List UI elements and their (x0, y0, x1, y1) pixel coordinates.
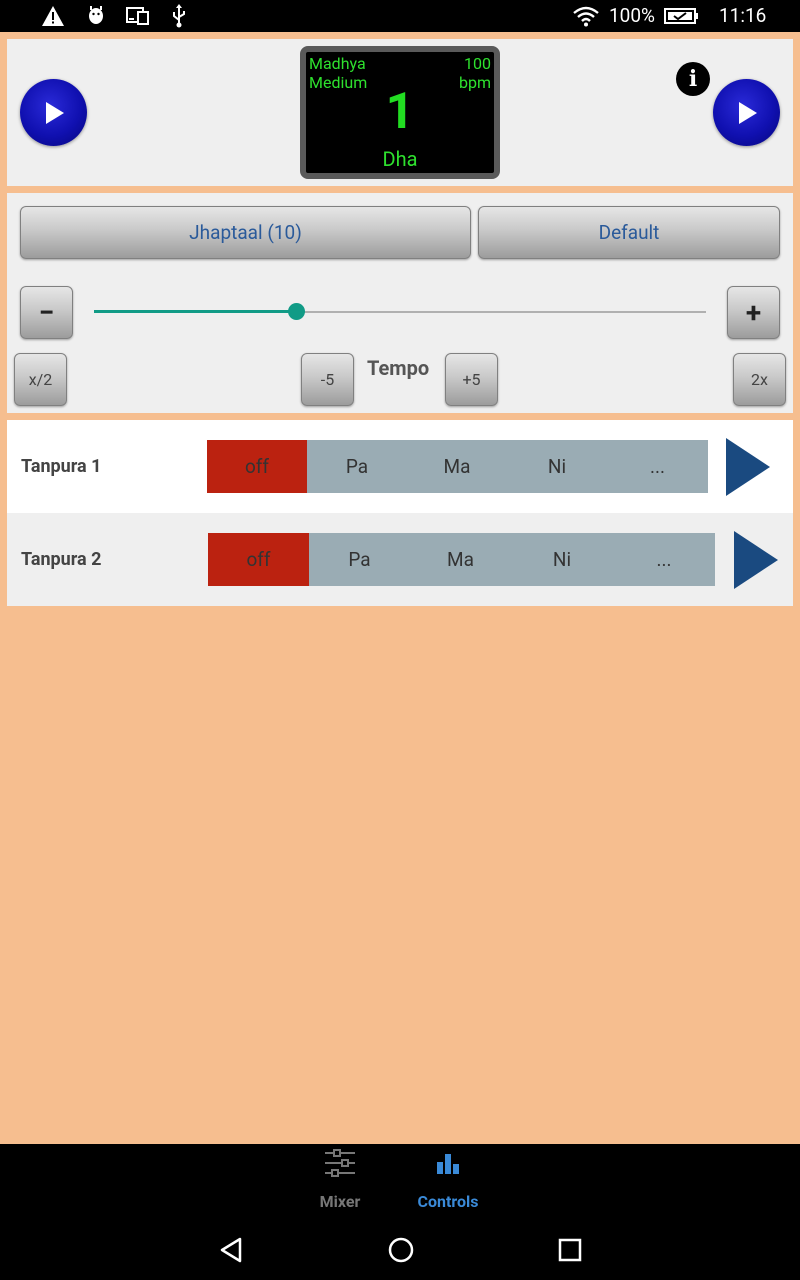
tab-mixer[interactable]: Mixer (285, 1144, 395, 1220)
plus-five-label: +5 (462, 370, 481, 389)
tanpura-option-ma[interactable]: Ma (407, 440, 507, 493)
wifi-icon (572, 4, 600, 28)
tanpura-row: Tanpura 1 off Pa Ma Ni ... (7, 420, 793, 513)
tempo-decrease-button[interactable]: − (20, 286, 73, 339)
tanpura-option-ni[interactable]: Ni (511, 533, 613, 586)
minus-five-label: -5 (320, 370, 335, 389)
plus-five-button[interactable]: +5 (445, 353, 498, 406)
tempo-label: Tempo (367, 356, 430, 380)
beat-number: 1 (385, 83, 415, 141)
tab-controls[interactable]: Controls (393, 1144, 503, 1220)
tempo-slider[interactable] (94, 303, 706, 320)
info-button[interactable]: i (676, 62, 710, 96)
minus-five-button[interactable]: -5 (301, 353, 354, 406)
player-panel: Madhya Medium 100 bpm 1 Dha i (7, 39, 793, 186)
tanpura-play-icon[interactable] (726, 438, 770, 496)
taal-select-button[interactable]: Jhaptaal (10) (20, 206, 471, 259)
status-bar: 100% 11:16 (0, 0, 800, 32)
tab-controls-label: Controls (417, 1192, 479, 1211)
preset-button[interactable]: Default (478, 206, 780, 259)
bottom-tab-bar: Mixer Controls (0, 1144, 800, 1220)
minus-icon: − (38, 296, 55, 329)
tanpura-option-pa[interactable]: Pa (307, 440, 407, 493)
tanpura-play-icon[interactable] (734, 531, 778, 589)
system-nav-bar (0, 1220, 800, 1280)
bar-chart-icon (437, 1154, 459, 1174)
tab-mixer-label: Mixer (319, 1192, 361, 1211)
home-icon[interactable] (387, 1236, 415, 1264)
android-debug-icon (86, 4, 106, 28)
tanpura-option-pa[interactable]: Pa (309, 533, 410, 586)
left-play-button[interactable] (20, 79, 87, 146)
play-icon (738, 101, 757, 124)
tempo-slider-thumb[interactable] (287, 303, 305, 320)
tanpura-option-ni[interactable]: Ni (507, 440, 607, 493)
tanpura-row: Tanpura 2 off Pa Ma Ni ... (7, 513, 793, 606)
taal-label: Jhaptaal (10) (189, 221, 302, 244)
tanpura-label: Tanpura 1 (21, 456, 102, 477)
back-icon[interactable] (218, 1236, 244, 1264)
tempo-value: 100 (464, 54, 491, 73)
tanpura-option-ma[interactable]: Ma (410, 533, 511, 586)
tanpura-note-selector: off Pa Ma Ni ... (208, 533, 715, 586)
tempo-slider-fill (94, 310, 296, 313)
tanpura-label: Tanpura 2 (21, 549, 102, 570)
clock: 11:16 (719, 4, 767, 27)
half-tempo-label: x/2 (28, 370, 53, 389)
tanpura-note-selector: off Pa Ma Ni ... (207, 440, 708, 493)
tanpura-option-off[interactable]: off (208, 533, 309, 586)
plus-icon: + (745, 296, 762, 329)
cast-icon (125, 4, 151, 28)
preset-label: Default (598, 221, 660, 244)
tanpura-option-more[interactable]: ... (607, 440, 708, 493)
right-play-button[interactable] (713, 79, 780, 146)
bol-text: Dha (382, 147, 418, 171)
usb-icon (170, 4, 188, 28)
info-icon: i (688, 66, 698, 92)
tempo-increase-button[interactable]: + (727, 286, 780, 339)
beat-display: Madhya Medium 100 bpm 1 Dha (300, 46, 500, 179)
play-icon (45, 101, 64, 124)
tanpura-option-off[interactable]: off (207, 440, 307, 493)
double-tempo-label: 2x (751, 370, 768, 389)
warning-icon (40, 4, 66, 28)
battery-icon (664, 4, 700, 28)
sliders-icon (325, 1149, 355, 1177)
half-tempo-button[interactable]: x/2 (14, 353, 67, 406)
laya-name: Madhya (309, 54, 366, 73)
recents-icon[interactable] (557, 1237, 583, 1263)
battery-percent: 100% (609, 4, 655, 27)
double-tempo-button[interactable]: 2x (733, 353, 786, 406)
controls-panel: Jhaptaal (10) Default − + x/2 -5 Tempo +… (7, 193, 793, 413)
tanpura-option-more[interactable]: ... (613, 533, 715, 586)
